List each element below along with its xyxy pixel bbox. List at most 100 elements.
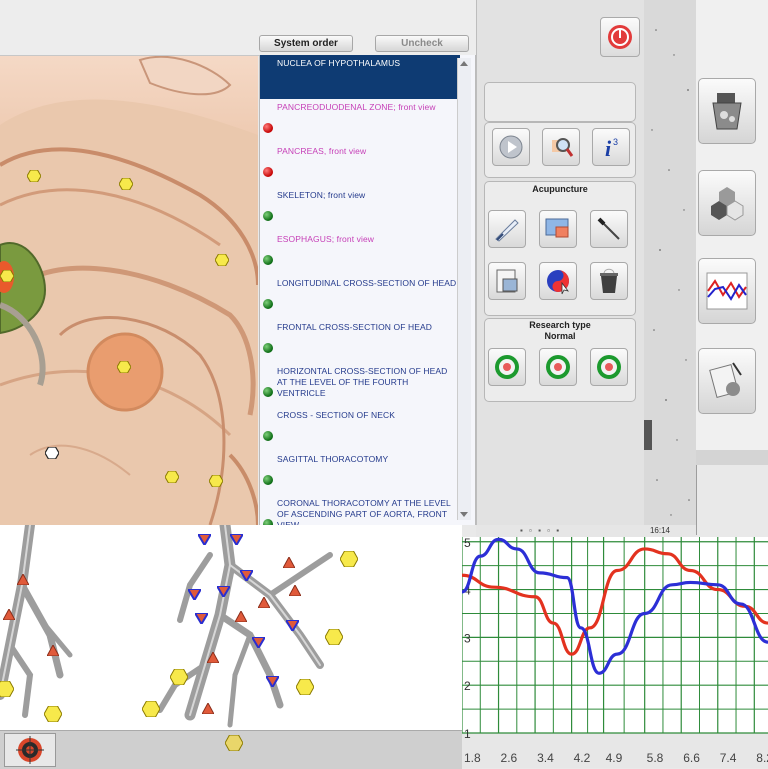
info-box — [484, 82, 636, 122]
point-marker[interactable] — [215, 254, 229, 266]
list-item-label: SKELETON; front view — [277, 190, 366, 200]
svg-text:i: i — [605, 136, 612, 160]
point-marker[interactable] — [44, 706, 62, 722]
power-button[interactable] — [600, 17, 640, 57]
monitor-button[interactable] — [539, 210, 577, 248]
point-marker[interactable] — [165, 471, 179, 483]
list-item[interactable]: PANCREODUODENAL ZONE; front view — [260, 99, 460, 143]
point-marker[interactable] — [45, 447, 59, 459]
red-triangle-marker[interactable] — [258, 597, 270, 608]
magnifier-icon — [552, 138, 574, 157]
blue-triangle-marker[interactable] — [195, 613, 208, 624]
list-item[interactable]: CROSS - SECTION OF NECK — [260, 407, 460, 451]
red-triangle-marker[interactable] — [47, 645, 59, 656]
list-item-label: FRONTAL CROSS-SECTION OF HEAD — [277, 322, 432, 332]
blue-triangle-marker[interactable] — [217, 586, 230, 597]
list-scrollbar[interactable] — [457, 58, 471, 520]
scroll-up-icon[interactable] — [460, 61, 468, 66]
molecules-button[interactable] — [698, 170, 756, 236]
list-item-label: PANCREODUODENAL ZONE; front view — [277, 102, 436, 112]
red-triangle-marker[interactable] — [235, 611, 247, 622]
right-separator — [696, 450, 768, 465]
list-item[interactable]: SKELETON; front view — [260, 187, 460, 231]
list-item-label: HORIZONTAL CROSS-SECTION OF HEAD AT THE … — [277, 366, 448, 398]
red-triangle-marker[interactable] — [17, 574, 29, 585]
blue-triangle-marker[interactable] — [198, 534, 211, 545]
play-button[interactable] — [492, 128, 530, 166]
bronchial-tree-view[interactable] — [0, 525, 462, 730]
monitor-icon — [545, 218, 569, 238]
power-icon — [608, 25, 632, 49]
point-marker[interactable] — [0, 681, 14, 697]
search-button[interactable] — [542, 128, 580, 166]
point-marker[interactable] — [225, 735, 243, 751]
status-dot — [263, 431, 273, 441]
red-triangle-marker[interactable] — [202, 703, 214, 714]
point-marker[interactable] — [142, 701, 160, 717]
red-triangle-marker[interactable] — [3, 609, 15, 620]
x-tick-label: 4.9 — [606, 751, 623, 765]
info-icon: i3 — [605, 136, 618, 160]
bin-button[interactable] — [590, 262, 628, 300]
research-mode-1-button[interactable] — [488, 348, 526, 386]
needle-button[interactable] — [590, 210, 628, 248]
list-item[interactable]: FRONTAL CROSS-SECTION OF HEAD — [260, 319, 460, 363]
point-marker[interactable] — [296, 679, 314, 695]
point-marker[interactable] — [117, 361, 131, 373]
point-marker[interactable] — [325, 629, 343, 645]
molecules-icon — [711, 187, 744, 221]
red-triangle-marker[interactable] — [283, 557, 295, 568]
red-triangle-marker[interactable] — [289, 585, 301, 596]
blue-triangle-marker[interactable] — [252, 637, 265, 648]
y-tick-label: 2 — [464, 679, 471, 693]
target-button[interactable] — [4, 733, 56, 767]
uncheck-button[interactable]: Uncheck — [375, 35, 469, 52]
yinyang-button[interactable] — [539, 262, 577, 300]
list-item[interactable]: NUCLEA OF HYPOTHALAMUS — [260, 55, 460, 99]
list-item[interactable]: PANCREAS, front view — [260, 143, 460, 187]
x-tick-label: 7.4 — [720, 751, 737, 765]
blue-triangle-marker[interactable] — [286, 620, 299, 631]
analysis-icon — [709, 362, 742, 398]
x-tick-label: 2.6 — [501, 751, 518, 765]
list-item[interactable]: CORONAL THORACOTOMY AT THE LEVEL OF ASCE… — [260, 495, 460, 525]
svg-text:3: 3 — [613, 137, 618, 147]
list-item[interactable]: SAGITTAL THORACOTOMY — [260, 451, 460, 495]
point-marker[interactable] — [27, 170, 41, 182]
list-item-label: CROSS - SECTION OF NECK — [277, 410, 396, 420]
point-marker[interactable] — [170, 669, 188, 685]
list-item-label: CORONAL THORACOTOMY AT THE LEVEL OF ASCE… — [277, 498, 451, 525]
list-item[interactable]: HORIZONTAL CROSS-SECTION OF HEAD AT THE … — [260, 363, 460, 407]
list-item[interactable]: ESOPHAGUS; front view — [260, 231, 460, 275]
list-item[interactable]: LONGITUDINAL CROSS-SECTION OF HEAD — [260, 275, 460, 319]
status-dot — [263, 167, 273, 177]
bottom-bar — [0, 730, 462, 769]
info-button[interactable]: i3 — [592, 128, 630, 166]
research-mode-3-button[interactable] — [590, 348, 628, 386]
yinyang-icon — [547, 270, 569, 295]
list-item-label: ESOPHAGUS; front view — [277, 234, 375, 244]
tray-icons: ▪ ▫ ▪ ▫ ▪ — [520, 526, 562, 535]
report-button[interactable] — [488, 262, 526, 300]
line-chart[interactable]: 1.82.63.44.24.95.86.67.48.212345 — [462, 537, 768, 768]
system-order-button[interactable]: System order — [259, 35, 353, 52]
x-tick-label: 1.8 — [464, 751, 481, 765]
blue-triangle-marker[interactable] — [230, 534, 243, 545]
point-marker[interactable] — [209, 475, 223, 487]
quill-button[interactable] — [488, 210, 526, 248]
anatomy-section-view[interactable] — [0, 55, 258, 525]
point-marker[interactable] — [0, 270, 14, 282]
point-marker[interactable] — [340, 551, 358, 567]
blue-triangle-marker[interactable] — [240, 570, 253, 581]
organ-list[interactable]: NUCLEA OF HYPOTHALAMUS PANCREODUODENAL Z… — [259, 55, 476, 525]
research-mode-2-button[interactable] — [539, 348, 577, 386]
blue-triangle-marker[interactable] — [266, 676, 279, 687]
clock-time: 16:14 — [649, 526, 670, 535]
scroll-down-icon[interactable] — [460, 512, 468, 517]
scanner-button[interactable] — [698, 78, 756, 144]
point-marker[interactable] — [119, 178, 133, 190]
graph-button[interactable] — [698, 258, 756, 324]
red-triangle-marker[interactable] — [207, 652, 219, 663]
analysis-button[interactable] — [698, 348, 756, 414]
blue-triangle-marker[interactable] — [188, 589, 201, 600]
